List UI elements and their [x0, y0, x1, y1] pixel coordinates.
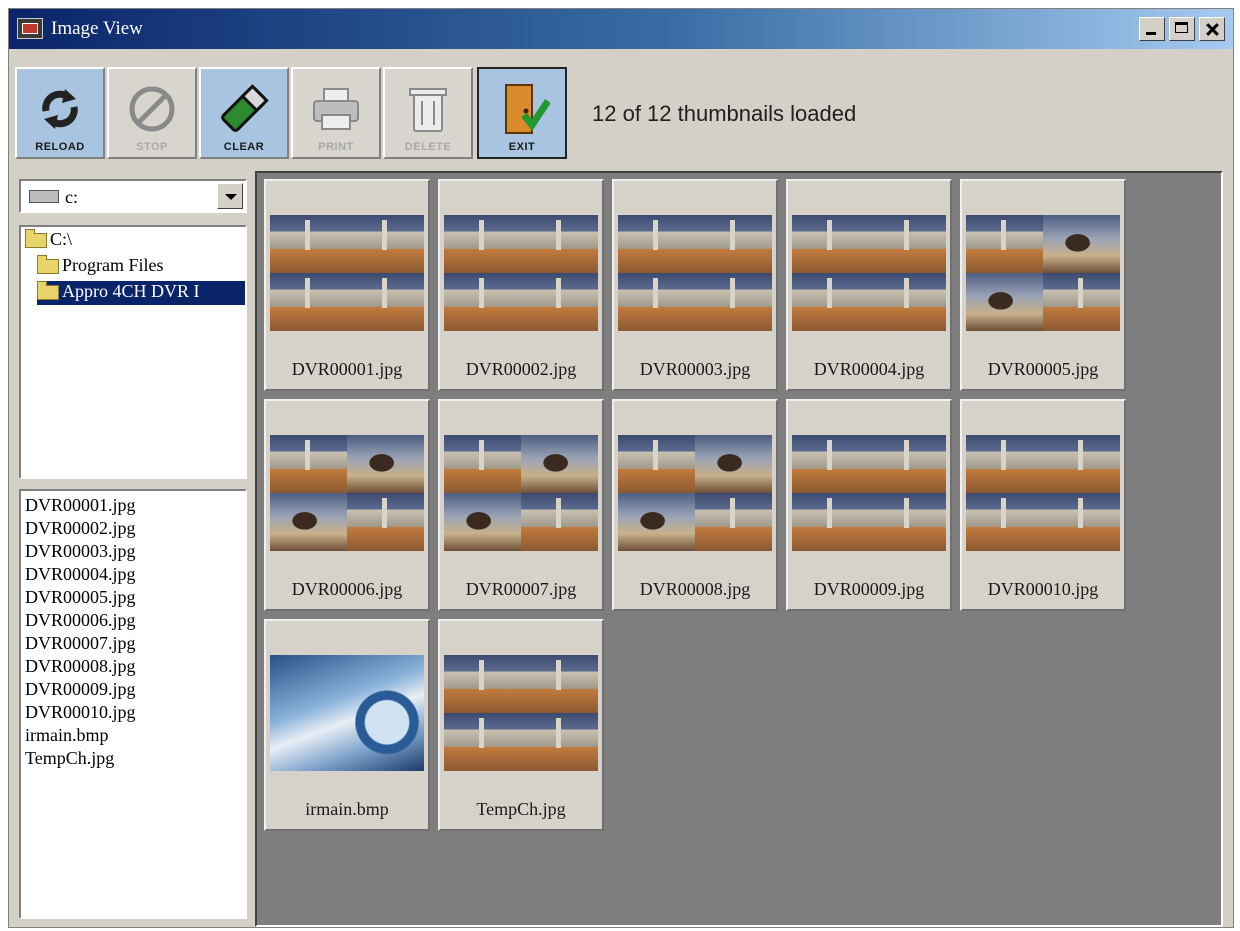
thumbnail-image — [792, 215, 946, 331]
reload-arrows-icon — [42, 89, 78, 129]
folder-open-icon — [37, 255, 59, 275]
thumbnail-image — [618, 215, 772, 331]
file-list-item[interactable]: DVR00006.jpg — [25, 610, 136, 633]
eraser-icon — [221, 84, 269, 132]
thumbnail-label: DVR00008.jpg — [639, 579, 751, 599]
file-list-item[interactable]: DVR00007.jpg — [25, 633, 136, 656]
file-list-item[interactable]: DVR00004.jpg — [25, 564, 136, 587]
thumbnail[interactable]: DVR00001.jpg — [264, 179, 430, 391]
thumbnail[interactable]: DVR00009.jpg — [786, 399, 952, 611]
chevron-down-icon[interactable] — [217, 183, 243, 209]
toolbar: RELOAD STOP CLEAR PRINT DELETE EXIT 12 o… — [9, 57, 1233, 169]
hard-drive-icon — [29, 190, 59, 203]
reload-button[interactable]: RELOAD — [15, 67, 105, 159]
tree-item-label: C:\ — [50, 229, 73, 249]
exit-door-icon — [505, 84, 550, 134]
thumbnail-image — [444, 435, 598, 551]
thumbnail[interactable]: DVR00010.jpg — [960, 399, 1126, 611]
tree-item-program-files[interactable]: Program Files — [37, 255, 164, 279]
thumbnail[interactable]: DVR00002.jpg — [438, 179, 604, 391]
thumbnail-image — [270, 215, 424, 331]
thumbnail-label: DVR00009.jpg — [813, 579, 925, 599]
thumbnail-image — [618, 435, 772, 551]
print-label: PRINT — [318, 141, 354, 153]
tree-item-label: Program Files — [62, 255, 164, 275]
thumbnail-area: DVR00001.jpg DVR00002.jpg DVR00003.jpg DVR0… — [255, 171, 1223, 927]
image-view-window: Image View RELOAD STOP CLEAR PRINT DELET… — [8, 8, 1234, 928]
stop-circle-icon — [129, 86, 175, 132]
thumbnail-image — [444, 215, 598, 331]
file-list-item[interactable]: DVR00008.jpg — [25, 656, 136, 679]
title-bar[interactable]: Image View — [9, 9, 1233, 49]
thumbnail-image — [270, 655, 424, 771]
stop-button[interactable]: STOP — [107, 67, 197, 159]
delete-button[interactable]: DELETE — [383, 67, 473, 159]
tree-item-label: Appro 4CH DVR I — [62, 281, 200, 301]
thumbnail-label: DVR00001.jpg — [291, 359, 403, 379]
delete-label: DELETE — [404, 141, 452, 153]
printer-icon — [313, 88, 359, 130]
file-list-item[interactable]: DVR00001.jpg — [25, 495, 136, 518]
thumbnail-image — [966, 215, 1120, 331]
thumbnail-image — [270, 435, 424, 551]
file-list-item[interactable]: irmain.bmp — [25, 725, 109, 748]
thumbnail-label: DVR00010.jpg — [987, 579, 1099, 599]
exit-button[interactable]: EXIT — [477, 67, 567, 159]
thumbnail[interactable]: irmain.bmp — [264, 619, 430, 831]
thumbnail-image — [966, 435, 1120, 551]
maximize-button[interactable] — [1169, 17, 1195, 41]
thumbnail-label: TempCh.jpg — [476, 799, 566, 819]
tree-item-root[interactable]: C:\ — [25, 229, 72, 253]
thumbnail-label: irmain.bmp — [305, 799, 389, 819]
file-list-item[interactable]: DVR00009.jpg — [25, 679, 136, 702]
thumbnail[interactable]: DVR00004.jpg — [786, 179, 952, 391]
folder-open-icon — [37, 281, 59, 301]
clear-button[interactable]: CLEAR — [199, 67, 289, 159]
tree-item-appro-dvr[interactable]: Appro 4CH DVR I — [37, 281, 245, 305]
reload-label: RELOAD — [35, 141, 85, 153]
thumbnail-image — [444, 655, 598, 771]
folder-tree[interactable]: C:\ Program Files Appro 4CH DVR I — [19, 225, 247, 479]
app-icon[interactable] — [17, 18, 43, 39]
print-button[interactable]: PRINT — [291, 67, 381, 159]
thumbnail-label: DVR00007.jpg — [465, 579, 577, 599]
thumbnail-image — [792, 435, 946, 551]
file-list-item[interactable]: DVR00010.jpg — [25, 702, 136, 725]
trash-can-icon — [409, 88, 447, 132]
thumbnail-label: DVR00003.jpg — [639, 359, 751, 379]
thumbnail[interactable]: DVR00003.jpg — [612, 179, 778, 391]
file-list-item[interactable]: DVR00002.jpg — [25, 518, 136, 541]
thumbnail[interactable]: DVR00006.jpg — [264, 399, 430, 611]
folder-open-icon — [25, 229, 47, 249]
file-list-item[interactable]: TempCh.jpg — [25, 748, 114, 771]
thumbnail[interactable]: DVR00008.jpg — [612, 399, 778, 611]
file-list[interactable]: DVR00001.jpg DVR00002.jpg DVR00003.jpg DVR0… — [19, 489, 247, 919]
thumbnail[interactable]: DVR00005.jpg — [960, 179, 1126, 391]
drive-value: c: — [65, 187, 78, 207]
window-title: Image View — [51, 18, 143, 39]
exit-label: EXIT — [508, 141, 536, 153]
thumbnail-label: DVR00004.jpg — [813, 359, 925, 379]
status-text: 12 of 12 thumbnails loaded — [592, 101, 857, 126]
thumbnail-label: DVR00006.jpg — [291, 579, 403, 599]
thumbnail-label: DVR00005.jpg — [987, 359, 1099, 379]
clear-label: CLEAR — [223, 141, 265, 153]
stop-label: STOP — [136, 141, 168, 153]
thumbnail[interactable]: DVR00007.jpg — [438, 399, 604, 611]
thumbnail-label: DVR00002.jpg — [465, 359, 577, 379]
file-list-item[interactable]: DVR00005.jpg — [25, 587, 136, 610]
minimize-button[interactable] — [1139, 17, 1165, 41]
close-button[interactable] — [1199, 17, 1225, 41]
file-list-item[interactable]: DVR00003.jpg — [25, 541, 136, 564]
drive-select[interactable]: c: — [19, 179, 247, 213]
thumbnail[interactable]: TempCh.jpg — [438, 619, 604, 831]
